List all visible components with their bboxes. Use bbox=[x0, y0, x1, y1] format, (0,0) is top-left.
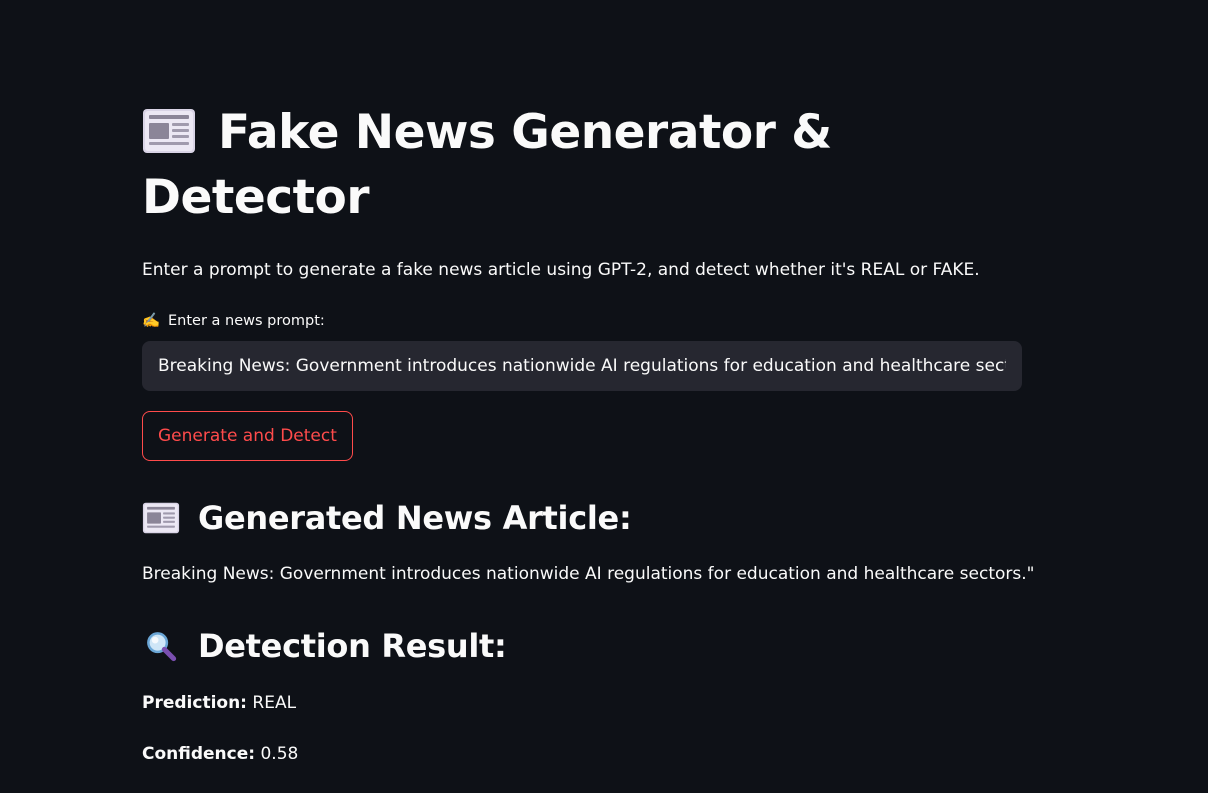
detection-result-heading: Detection Result: bbox=[142, 626, 507, 666]
magnifier-icon bbox=[147, 632, 177, 662]
prediction-label: Prediction: bbox=[142, 693, 247, 713]
page-title-text: Fake News Generator & Detector bbox=[142, 105, 832, 225]
generate-and-detect-button[interactable]: Generate and Detect bbox=[142, 411, 353, 461]
generated-article-heading: Generated News Article: bbox=[142, 498, 632, 538]
generated-article-heading-text: Generated News Article: bbox=[198, 499, 632, 537]
newspaper-icon bbox=[142, 502, 180, 534]
detection-result-heading-text: Detection Result: bbox=[198, 627, 507, 665]
page-title: Fake News Generator & Detector bbox=[142, 100, 842, 230]
confidence-label: Confidence: bbox=[142, 744, 256, 764]
prediction-value: REAL bbox=[252, 693, 297, 713]
writing-hand-icon: ✍️ bbox=[142, 313, 161, 329]
prompt-label-text: Enter a news prompt: bbox=[168, 313, 325, 329]
generated-article-text: Breaking News: Government introduces nat… bbox=[142, 564, 1035, 584]
confidence-line: Confidence: 0.58 bbox=[142, 742, 298, 766]
prompt-input[interactable] bbox=[142, 341, 1022, 391]
confidence-value: 0.58 bbox=[260, 744, 299, 764]
prompt-label: ✍️ Enter a news prompt: bbox=[142, 311, 325, 331]
newspaper-icon bbox=[143, 109, 195, 153]
prediction-line: Prediction: REAL bbox=[142, 691, 296, 715]
page-description: Enter a prompt to generate a fake news a… bbox=[142, 260, 980, 280]
